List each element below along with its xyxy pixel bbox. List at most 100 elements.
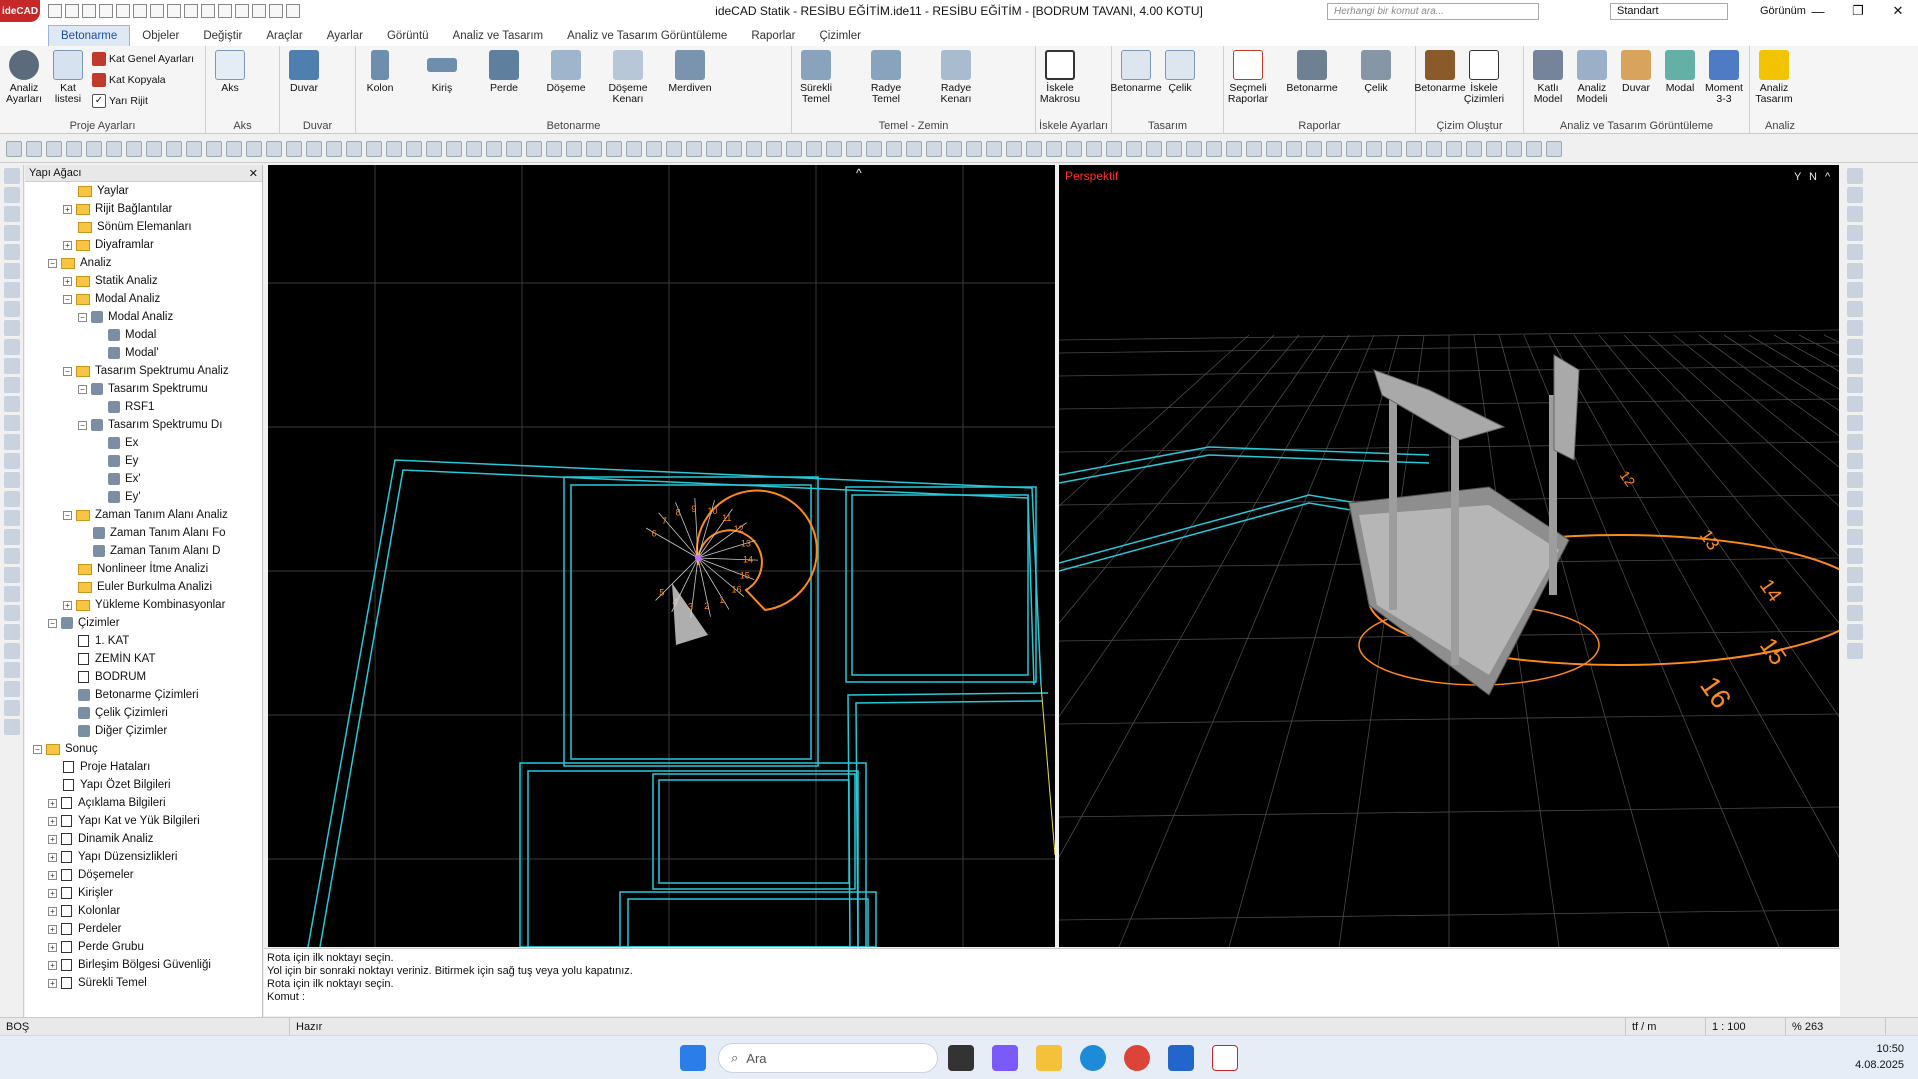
right-tool-icon-1[interactable] xyxy=(1847,187,1863,203)
tree-item[interactable]: Euler Burkulma Analizi xyxy=(25,578,262,596)
right-tool-icon-9[interactable] xyxy=(1847,339,1863,355)
tree-item[interactable]: − Analiz xyxy=(25,254,262,272)
tool-icon-38[interactable] xyxy=(766,140,782,157)
expand-icon[interactable]: + xyxy=(48,960,57,970)
tab-8[interactable]: Raporlar xyxy=(739,26,807,46)
tool-icon-28[interactable] xyxy=(566,140,582,157)
right-tool-icon-11[interactable] xyxy=(1847,377,1863,393)
left-tool-icon-2[interactable] xyxy=(4,206,20,222)
tab-2[interactable]: Değiştir xyxy=(191,26,254,46)
expand-icon[interactable]: + xyxy=(48,942,57,952)
expand-icon[interactable]: + xyxy=(63,240,72,250)
left-tool-icon-0[interactable] xyxy=(4,168,20,184)
tool-icon-45[interactable] xyxy=(906,140,922,157)
right-tool-icon-18[interactable] xyxy=(1847,510,1863,526)
left-tool-icon-7[interactable] xyxy=(4,301,20,317)
tree-item[interactable]: + Rijit Bağlantılar xyxy=(25,200,262,218)
tab-9[interactable]: Çizimler xyxy=(807,26,873,46)
tool-icon-7[interactable] xyxy=(146,140,162,157)
expand-icon[interactable]: − xyxy=(33,744,42,754)
left-tool-icon-20[interactable] xyxy=(4,548,20,564)
copilot-icon[interactable] xyxy=(992,1045,1018,1071)
start-icon[interactable] xyxy=(680,1045,706,1071)
task-view-icon[interactable] xyxy=(948,1045,974,1071)
print-icon[interactable] xyxy=(150,4,164,18)
iskele-makrosu-button[interactable]: İskele Makrosu xyxy=(1040,50,1080,105)
tool-icon-27[interactable] xyxy=(546,140,562,157)
katli-model-button[interactable]: Katlı Model xyxy=(1528,50,1568,105)
save-icon[interactable] xyxy=(99,4,113,18)
right-tool-icon-3[interactable] xyxy=(1847,225,1863,241)
left-tool-icon-3[interactable] xyxy=(4,225,20,241)
left-tool-icon-26[interactable] xyxy=(4,662,20,678)
snap-icon[interactable] xyxy=(167,4,181,18)
command-output[interactable]: Rota için ilk noktayı seçin. Yol için bir… xyxy=(264,948,1840,1016)
tool-icon-36[interactable] xyxy=(726,140,742,157)
tree-item[interactable]: + Yapı Kat ve Yük Bilgileri xyxy=(25,812,262,830)
left-tool-icon-28[interactable] xyxy=(4,700,20,716)
tree-item[interactable]: Sönüm Elemanları xyxy=(25,218,262,236)
tree-item[interactable]: Diğer Çizimler xyxy=(25,722,262,740)
tool-icon-70[interactable] xyxy=(1406,140,1422,157)
rapor-celik-button[interactable]: Çelik xyxy=(1356,50,1396,94)
tree-item[interactable]: + Statik Analiz xyxy=(25,272,262,290)
left-tool-icon-25[interactable] xyxy=(4,643,20,659)
tool-icon-76[interactable] xyxy=(1526,140,1542,157)
viewport-caret-icon[interactable]: ^ xyxy=(856,166,862,180)
tree-item[interactable]: − Zaman Tanım Alanı Analiz xyxy=(25,506,262,524)
system-clock[interactable]: 10:50 4.08.2025 xyxy=(1855,1041,1904,1073)
tool-icon-35[interactable] xyxy=(706,140,722,157)
tree-item[interactable]: + Yükleme Kombinasyonlar xyxy=(25,596,262,614)
left-tool-icon-13[interactable] xyxy=(4,415,20,431)
tool-icon-0[interactable] xyxy=(6,140,22,157)
tool-icon-32[interactable] xyxy=(646,140,662,157)
tool-icon-6[interactable] xyxy=(126,140,142,157)
tool-icon-18[interactable] xyxy=(366,140,382,157)
app-logo[interactable]: ideCAD xyxy=(0,0,40,22)
tree-item[interactable]: Modal' xyxy=(25,344,262,362)
tool-icon-68[interactable] xyxy=(1366,140,1382,157)
kolon-button[interactable]: Kolon xyxy=(360,50,400,94)
tool-icon-67[interactable] xyxy=(1346,140,1362,157)
tree-item[interactable]: Çelik Çizimleri xyxy=(25,704,262,722)
right-tool-icon-23[interactable] xyxy=(1847,605,1863,621)
expand-icon[interactable]: + xyxy=(48,834,57,844)
tool-icon-14[interactable] xyxy=(286,140,302,157)
tab-0[interactable]: Betonarme xyxy=(48,25,131,46)
tool-icon-5[interactable] xyxy=(106,140,122,157)
radye-temel-button[interactable]: Radye Temel xyxy=(866,50,906,105)
text-icon[interactable] xyxy=(184,4,198,18)
tree-item[interactable]: Zaman Tanım Alanı Fo xyxy=(25,524,262,542)
analiz-modeli-button[interactable]: Analiz Modeli xyxy=(1572,50,1612,105)
plan-viewport[interactable]: 67891011121314151612345 ^ xyxy=(268,165,1055,947)
tool-icon-31[interactable] xyxy=(626,140,642,157)
right-tool-icon-5[interactable] xyxy=(1847,263,1863,279)
tree-item[interactable]: Ey' xyxy=(25,488,262,506)
tree-item[interactable]: Ey xyxy=(25,452,262,470)
perspective-viewport[interactable]: 12 13 14 15 16 Perspektif Y N ^ xyxy=(1059,165,1839,947)
right-tool-icon-17[interactable] xyxy=(1847,491,1863,507)
tool-icon-51[interactable] xyxy=(1026,140,1042,157)
tree-item[interactable]: BODRUM xyxy=(25,668,262,686)
yari-rijit-checkbox[interactable]: ✓ Yarı Rijit xyxy=(92,92,194,110)
chrome-icon[interactable] xyxy=(1124,1045,1150,1071)
radye-kenari-button[interactable]: Radye Kenarı xyxy=(936,50,976,105)
cizim-betonarme-button[interactable]: Betonarme xyxy=(1414,50,1466,94)
view-menu[interactable]: Görünüm xyxy=(1760,5,1806,17)
tree-item[interactable]: − Sonuç xyxy=(25,740,262,758)
redo-icon[interactable] xyxy=(133,4,147,18)
tool-icon-58[interactable] xyxy=(1166,140,1182,157)
tree-item[interactable]: + Dinamik Analiz xyxy=(25,830,262,848)
right-tool-icon-21[interactable] xyxy=(1847,567,1863,583)
expand-icon[interactable]: − xyxy=(63,366,72,376)
edge-icon[interactable] xyxy=(1080,1045,1106,1071)
expand-icon[interactable]: + xyxy=(48,924,57,934)
tool-icon-75[interactable] xyxy=(1506,140,1522,157)
close-icon[interactable]: ✕ xyxy=(249,167,258,180)
lightning-icon[interactable] xyxy=(286,4,300,18)
left-tool-icon-19[interactable] xyxy=(4,529,20,545)
tool-icon-15[interactable] xyxy=(306,140,322,157)
tool-icon-66[interactable] xyxy=(1326,140,1342,157)
file-explorer-icon[interactable] xyxy=(1036,1045,1062,1071)
tool-icon-40[interactable] xyxy=(806,140,822,157)
